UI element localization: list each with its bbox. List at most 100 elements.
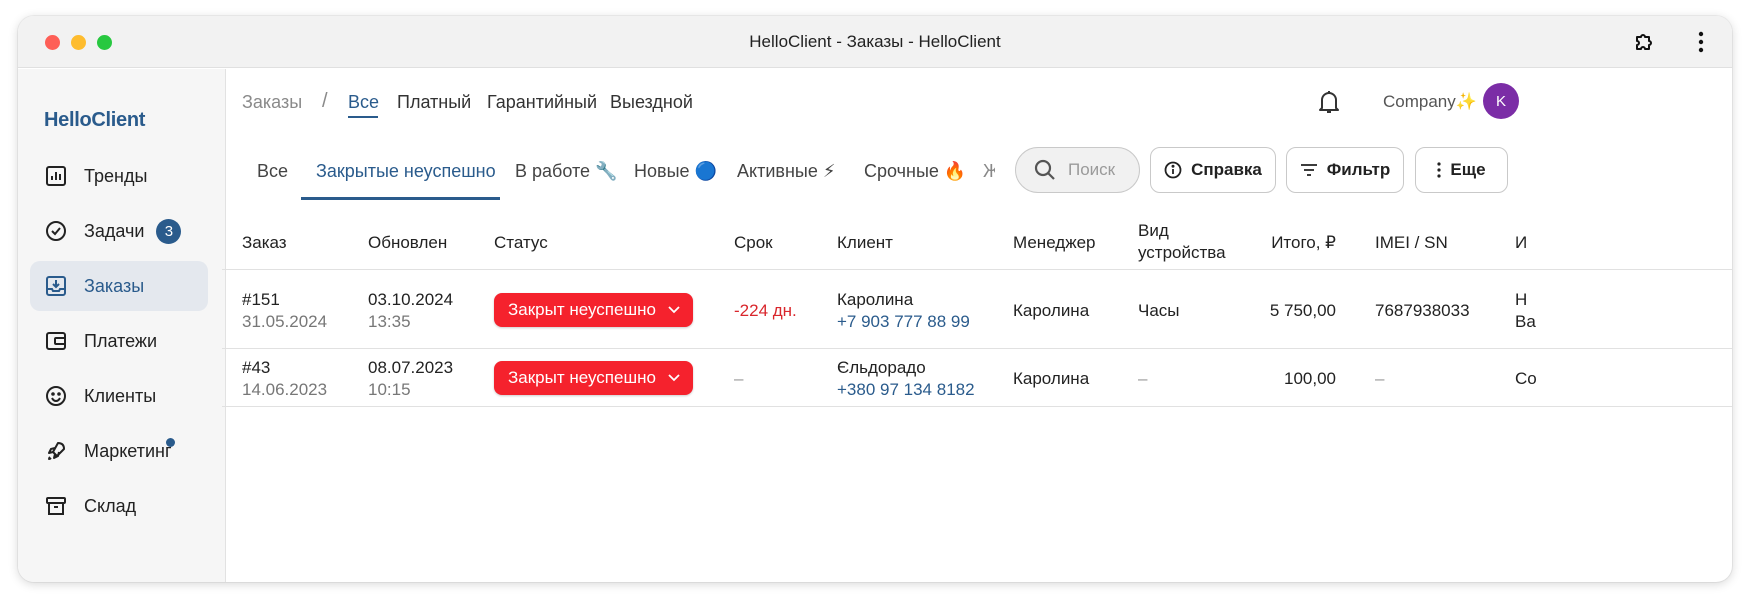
order-cell: #151 31.05.2024 — [242, 289, 327, 333]
sidebar-item-label: Платежи — [84, 330, 158, 351]
tab-warranty[interactable]: Гарантийный — [487, 92, 597, 113]
avatar[interactable]: K — [1483, 83, 1519, 119]
sidebar-item-warehouse[interactable]: Склад — [30, 481, 208, 531]
sidebar-item-label: Маркетинг — [84, 440, 172, 461]
status-label: Закрыт неуспешно — [508, 368, 656, 387]
sidebar-item-marketing[interactable]: Маркетинг — [30, 426, 208, 476]
column-header-total[interactable]: Итого, ₽ — [1236, 232, 1336, 254]
column-header-device[interactable]: Вид устройства — [1138, 220, 1238, 264]
sidebar-item-clients[interactable]: Клиенты — [30, 371, 208, 421]
client-name[interactable]: Єльдорадо — [837, 358, 926, 377]
sidebar-item-label: Тренды — [84, 165, 148, 186]
sidebar: HelloClient Тренды Задачи 3 Заказы Плате… — [18, 69, 226, 582]
title-bar: HelloClient - Заказы - HelloClient — [18, 16, 1732, 68]
order-date: 31.05.2024 — [242, 312, 328, 331]
manager-value: Каролина — [1013, 301, 1090, 320]
column-header-client[interactable]: Клиент — [837, 232, 893, 254]
search-input[interactable]: Поиск — [1015, 147, 1140, 193]
filter-tab-closed-failed[interactable]: Закрытые неуспешно — [316, 161, 496, 182]
inbox-download-icon — [44, 274, 68, 298]
filter-tab-urgent[interactable]: Срочные 🔥 — [864, 161, 966, 182]
status-dropdown[interactable]: Закрыт неуспешно — [494, 293, 693, 327]
column-header-overflow[interactable]: И — [1515, 232, 1527, 254]
imei-value: 7687938033 — [1375, 301, 1470, 320]
client-name[interactable]: Каролина — [837, 290, 913, 309]
updated-time: 10:15 — [368, 380, 411, 399]
column-header-order[interactable]: Заказ — [242, 232, 287, 254]
sidebar-item-orders[interactable]: Заказы — [30, 261, 208, 311]
more-vertical-icon — [1437, 162, 1442, 178]
sidebar-item-tasks[interactable]: Задачи 3 — [30, 206, 208, 256]
filter-button-label: Фильтр — [1326, 160, 1391, 179]
device-value: – — [1138, 369, 1148, 388]
chevron-down-icon — [668, 374, 680, 382]
company-name[interactable]: Company✨ — [1383, 92, 1477, 112]
help-button-label: Справка — [1191, 160, 1262, 179]
wallet-icon — [44, 329, 68, 353]
column-header-status[interactable]: Статус — [494, 232, 548, 254]
filter-tab-in-progress[interactable]: В работе 🔧 — [515, 161, 617, 182]
search-icon — [1034, 159, 1056, 181]
column-header-updated[interactable]: Обновлен — [368, 232, 447, 254]
sidebar-item-trends[interactable]: Тренды — [30, 151, 208, 201]
client-phone-link[interactable]: +7 903 777 88 99 — [837, 311, 970, 333]
column-header-imei[interactable]: IMEI / SN — [1375, 232, 1448, 254]
column-header-manager[interactable]: Менеджер — [1013, 232, 1095, 254]
total-value: 5 750,00 — [1269, 301, 1336, 320]
tab-paid[interactable]: Платный — [397, 92, 471, 113]
more-vertical-icon[interactable] — [1688, 29, 1714, 55]
imei-value: – — [1375, 369, 1385, 388]
updated-date: 03.10.2024 — [368, 290, 454, 309]
status-label: Закрыт неуспешно — [508, 300, 656, 319]
deadline-value: – — [734, 369, 744, 388]
tab-active-underline — [348, 116, 378, 118]
search-placeholder: Поиск — [1068, 160, 1116, 179]
column-header-deadline[interactable]: Срок — [734, 232, 773, 254]
order-number: #43 — [242, 358, 271, 377]
table-header-divider — [222, 269, 1732, 270]
filter-lines-icon — [1300, 162, 1318, 178]
rocket-icon — [44, 439, 68, 463]
order-date: 14.06.2023 — [242, 380, 328, 399]
notification-dot — [166, 438, 175, 447]
updated-cell: 08.07.2023 10:15 — [368, 357, 453, 401]
brand-logo[interactable]: HelloClient — [44, 109, 145, 132]
overflow-value: Co — [1515, 369, 1537, 388]
manager-value: Каролина — [1013, 369, 1090, 388]
filter-tab-active[interactable]: Активные ⚡ — [737, 161, 835, 182]
tab-all[interactable]: Все — [348, 92, 379, 113]
breadcrumb-root[interactable]: Заказы — [242, 92, 302, 113]
smile-icon — [44, 384, 68, 408]
filter-button[interactable]: Фильтр — [1286, 147, 1404, 193]
tasks-count-badge: 3 — [156, 218, 182, 244]
order-number: #151 — [242, 290, 280, 309]
extension-puzzle-icon[interactable] — [1632, 29, 1658, 55]
client-cell: Єльдорадо +380 97 134 8182 — [837, 357, 975, 401]
help-button[interactable]: Справка — [1150, 147, 1276, 193]
check-circle-icon — [44, 219, 68, 243]
filter-tab-overflow[interactable]: Ж — [983, 161, 995, 182]
status-dropdown[interactable]: Закрыт неуспешно — [494, 361, 693, 395]
client-cell: Каролина +7 903 777 88 99 — [837, 289, 970, 333]
order-cell: #43 14.06.2023 — [242, 357, 327, 401]
sidebar-item-payments[interactable]: Платежи — [30, 316, 208, 366]
sidebar-item-label: Задачи — [84, 220, 145, 241]
filter-tab-active-underline — [301, 197, 500, 200]
chevron-down-icon — [668, 306, 680, 314]
window-title: HelloClient - Заказы - HelloClient — [749, 32, 1001, 51]
filter-tab-new[interactable]: Новые 🔵 — [634, 161, 717, 182]
tab-onsite[interactable]: Выездной — [610, 92, 693, 113]
client-phone-link[interactable]: +380 97 134 8182 — [837, 379, 975, 401]
more-button[interactable]: Еще — [1415, 147, 1508, 193]
bell-icon[interactable] — [1317, 89, 1341, 120]
sidebar-item-label: Клиенты — [84, 385, 157, 406]
breadcrumb-separator: / — [322, 90, 328, 112]
device-value: Часы — [1138, 301, 1180, 320]
updated-cell: 03.10.2024 13:35 — [368, 289, 453, 333]
info-icon — [1164, 161, 1182, 179]
total-value: 100,00 — [1284, 369, 1336, 388]
updated-time: 13:35 — [368, 312, 411, 331]
updated-date: 08.07.2023 — [368, 358, 454, 377]
filter-tab-all[interactable]: Все — [257, 161, 288, 182]
overflow-value: Н Ва — [1515, 290, 1536, 331]
